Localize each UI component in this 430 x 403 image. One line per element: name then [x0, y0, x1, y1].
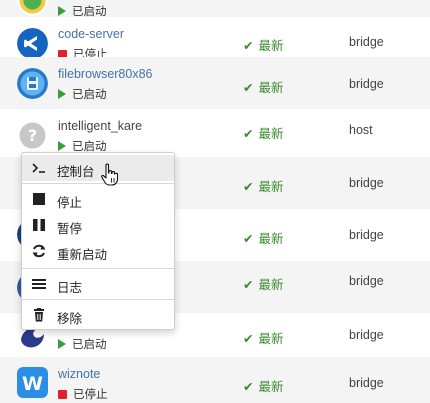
hand-pointer-cursor-icon: [100, 163, 120, 190]
container-context-menu: 控制台 停止 暂停 重新启动 日志 移除: [21, 152, 175, 330]
update-status: ✔ 最新: [243, 127, 284, 141]
pause-icon: [31, 218, 47, 232]
stop-icon: [31, 192, 47, 206]
menu-divider: [22, 299, 174, 300]
update-status: ✔ 最新: [243, 180, 284, 194]
network-mode: bridge: [349, 376, 384, 390]
network-mode: bridge: [349, 328, 384, 342]
update-status: ✔ 最新: [243, 380, 284, 394]
menu-item-logs[interactable]: 日志: [22, 271, 174, 297]
menu-divider: [22, 268, 174, 269]
menu-divider: [22, 183, 174, 184]
menu-item-stop[interactable]: 停止: [22, 186, 174, 212]
update-status: ✔ 最新: [243, 39, 284, 53]
network-mode: bridge: [349, 77, 384, 91]
menu-item-pause[interactable]: 暂停: [22, 212, 174, 238]
terminal-icon: [31, 161, 47, 175]
update-status: ✔ 最新: [243, 332, 284, 346]
check-icon: ✔: [243, 278, 254, 292]
container-name-link[interactable]: code-server: [58, 27, 124, 41]
network-mode: host: [349, 123, 373, 137]
check-icon: ✔: [243, 180, 254, 194]
restart-icon: [31, 244, 47, 258]
unknown-app-icon: ?: [17, 120, 48, 151]
container-name[interactable]: intelligent_kare: [58, 119, 142, 133]
check-icon: ✔: [243, 332, 254, 346]
running-icon: [58, 6, 66, 16]
menu-item-remove[interactable]: 移除: [22, 302, 174, 328]
check-icon: ✔: [243, 380, 254, 394]
network-mode: bridge: [349, 176, 384, 190]
container-name-link[interactable]: filebrowser80x86: [58, 67, 153, 81]
log-lines-icon: [31, 277, 47, 291]
running-icon: [58, 89, 66, 99]
container-status: 已启动: [58, 336, 107, 352]
container-status: 已停止: [58, 386, 108, 402]
container-app-icon: [17, 0, 48, 16]
check-icon: ✔: [243, 39, 254, 53]
table-row[interactable]: filebrowser80x86 已启动 ✔ 最新 bridge: [0, 57, 430, 109]
vscode-icon: [17, 28, 48, 59]
check-icon: ✔: [243, 81, 254, 95]
update-status: ✔ 最新: [243, 81, 284, 95]
menu-item-console[interactable]: 控制台: [22, 155, 174, 181]
running-icon: [58, 141, 66, 151]
container-status: 已启动: [58, 86, 107, 102]
network-mode: bridge: [349, 228, 384, 242]
table-row[interactable]: W wiznote 已停止 ✔ 最新 bridge: [0, 357, 430, 403]
update-status: ✔ 最新: [243, 232, 284, 246]
update-status: ✔ 最新: [243, 278, 284, 292]
container-name-link[interactable]: wiznote: [58, 367, 100, 381]
check-icon: ✔: [243, 232, 254, 246]
svg-text:W: W: [22, 373, 43, 395]
wiznote-icon: W: [17, 367, 48, 398]
stopped-icon: [58, 390, 67, 399]
check-icon: ✔: [243, 127, 254, 141]
trash-icon: [31, 308, 47, 322]
menu-item-restart[interactable]: 重新启动: [22, 238, 174, 264]
filebrowser-icon: [17, 68, 48, 99]
network-mode: bridge: [349, 35, 384, 49]
network-mode: bridge: [349, 274, 384, 288]
running-icon: [58, 339, 66, 349]
svg-text:?: ?: [28, 126, 37, 145]
